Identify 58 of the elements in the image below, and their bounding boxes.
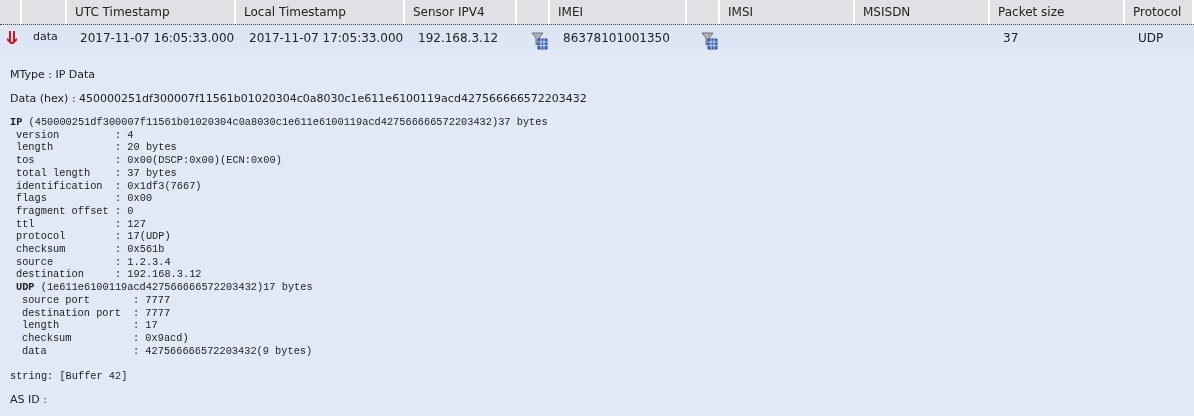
table-cell-text: 2017-11-07 17:05:33.000 [248, 29, 404, 47]
protocol-header: UDP (1e611e6100119acd427566666572203432)17 bytes [15, 281, 314, 294]
column-header[interactable]: Packet size [998, 3, 1065, 21]
field-value: : 192.168.3.12 [115, 268, 202, 282]
field-name: flags [16, 192, 48, 205]
field-value: : 0x9acd) [133, 331, 189, 345]
field-name: version [16, 128, 61, 142]
protocol-header: IP (450000251df300007f11561b01020304c0a8030c1e611e6100119acd427566666572203432)37 bytes [10, 116, 549, 129]
field-value: : 7777 [133, 306, 171, 320]
field-name: tos [16, 154, 36, 167]
column-header[interactable]: Protocol [1133, 3, 1182, 21]
string-text: string: [Buffer 42] [10, 369, 128, 384]
column-header[interactable]: MSISDN [863, 3, 911, 21]
field-value: : 0x1df3(7667) [115, 179, 202, 193]
field-name: source port [22, 293, 91, 307]
field-name: source [16, 255, 55, 269]
field-value: : 7777 [133, 293, 171, 307]
table-cell-text: 86378101001350 [562, 29, 670, 47]
data-hex-text: Data (hex) : 450000251df300007f11561b01020304c0a8030c1e611e6100119acd427566666572203432 [10, 92, 588, 106]
filter-grid-icon[interactable] [531, 31, 548, 50]
field-name: destination port [22, 306, 122, 320]
field-name: checksum [22, 331, 73, 345]
field-value: : 0 [115, 204, 134, 218]
column-header[interactable]: Sensor IPV4 [413, 3, 485, 21]
field-value: : 1.2.3.4 [115, 255, 171, 269]
field-value: : 127 [115, 217, 146, 231]
field-name: length [16, 141, 55, 155]
field-name: identification [16, 179, 104, 193]
message-type-label: MType : IP Data [10, 68, 97, 82]
field-name: protocol [16, 230, 67, 244]
table-cell-text: 37 [1002, 29, 1019, 47]
field-name: fragment offset [16, 204, 110, 218]
table-cell-text: 2017-11-07 16:05:33.000 [79, 29, 235, 47]
field-value: : 0x561b [115, 243, 165, 256]
column-header[interactable]: Local Timestamp [244, 3, 346, 21]
field-name: checksum [16, 243, 67, 256]
filter-grid-icon[interactable] [701, 31, 718, 50]
field-value: : 4 [115, 128, 134, 142]
field-value: : 0x00 [115, 192, 153, 205]
column-header[interactable]: UTC Timestamp [75, 3, 170, 21]
table-cell-text: data [32, 29, 58, 46]
field-value: : 17 [133, 319, 158, 332]
field-name: ttl [16, 217, 36, 231]
column-header[interactable]: IMSI [728, 3, 754, 21]
field-value: : 427566666572203432(9 bytes) [133, 344, 313, 358]
as-id-label: AS ID : [10, 393, 47, 408]
field-value: : 37 bytes [115, 166, 177, 180]
table-cell-text: 192.168.3.12 [417, 29, 499, 47]
field-name: total length [16, 166, 92, 180]
table-cell-text: UDP [1137, 29, 1164, 47]
field-name: data [22, 344, 48, 358]
field-value: : 20 bytes [115, 141, 177, 155]
field-name: destination [16, 268, 85, 282]
field-value: : 17(UDP) [115, 230, 171, 244]
field-name: length [22, 319, 61, 332]
double-down-arrow-icon[interactable] [7, 31, 17, 44]
column-header[interactable]: IMEI [558, 3, 583, 21]
field-value: : 0x00(DSCP:0x00)(ECN:0x00) [115, 154, 282, 167]
